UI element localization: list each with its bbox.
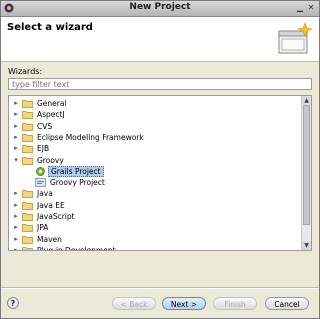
new-project-window: New Project ▁ ✕ Select a wizard Wizards:…	[0, 0, 320, 319]
scroll-thumb[interactable]	[303, 105, 310, 225]
tree-item[interactable]: ▸ JavaScript	[9, 211, 301, 222]
expanded-twistie-icon[interactable]: ▾	[12, 156, 20, 165]
help-button[interactable]: ?	[7, 297, 19, 309]
tree-item-label: General	[37, 99, 67, 108]
wizards-label: Wizards:	[8, 67, 43, 76]
tree-item-label: CVS	[37, 121, 53, 131]
finish-button[interactable]: Finish	[213, 297, 257, 310]
window-title: New Project	[129, 2, 191, 12]
folder-icon	[22, 145, 33, 154]
collapsed-twistie-icon[interactable]: ▸	[12, 212, 20, 221]
folder-icon	[22, 134, 33, 142]
folder-icon	[22, 156, 33, 165]
tree-item[interactable]: Groovy Project	[9, 177, 301, 188]
collapsed-twistie-icon[interactable]: ▸	[12, 144, 20, 153]
button-bar-separator	[1, 287, 319, 289]
tree-item[interactable]: ▸ Eclipse Modeling Framework	[9, 132, 301, 143]
tree-item-label: AspectJ	[37, 110, 65, 120]
scroll-down-icon[interactable]: ▼	[302, 241, 311, 250]
folder-icon	[22, 111, 33, 120]
next-button[interactable]: Next >	[162, 297, 206, 310]
tree-item-label: Groovy	[37, 155, 64, 165]
tree-item-label: Grails Project	[48, 165, 104, 177]
folder-icon	[22, 213, 33, 221]
collapsed-twistie-icon[interactable]: ▸	[12, 189, 20, 198]
collapsed-twistie-icon[interactable]: ▸	[12, 235, 20, 244]
tree-item-label: Eclipse Modeling Framework	[37, 132, 144, 142]
tree-item[interactable]: ▾ Groovy	[9, 155, 301, 166]
tree-item[interactable]: ▸ Plug-in Development	[9, 245, 301, 251]
collapsed-twistie-icon[interactable]: ▸	[12, 223, 20, 232]
tree-item-label: EJB	[37, 144, 50, 154]
title-bar: New Project ▁ ✕	[1, 1, 319, 17]
page-title: Select a wizard	[7, 22, 93, 33]
collapsed-twistie-icon[interactable]: ▸	[12, 246, 20, 250]
back-button[interactable]: < Back	[112, 297, 156, 310]
tree-item[interactable]: ▸ CVS	[9, 121, 301, 132]
collapsed-twistie-icon[interactable]: ▸	[12, 99, 20, 108]
folder-icon	[22, 201, 33, 210]
tree-item-label: JavaScript	[37, 212, 75, 221]
collapsed-twistie-icon[interactable]: ▸	[12, 122, 20, 131]
tree-item[interactable]: ▸ AspectJ	[9, 109, 301, 120]
wizard-tree[interactable]: ▸ Plug-in Development ▸ Maven ▸ JPA ▸ JavaScrip…	[8, 95, 312, 251]
tree-item-label: JPA	[37, 223, 49, 233]
folder-icon	[22, 190, 33, 199]
tree-item-label: Plug-in Development	[37, 245, 116, 251]
collapsed-twistie-icon[interactable]: ▸	[12, 110, 20, 119]
folder-icon	[22, 224, 33, 233]
tree-item-label: Maven	[37, 234, 62, 244]
folder-icon	[22, 247, 33, 250]
filter-input[interactable]	[8, 78, 312, 90]
tree-item[interactable]: ▸ General	[9, 98, 301, 109]
tree-item-label: Groovy Project	[50, 178, 105, 188]
tree-item[interactable]: Grails Project	[9, 165, 301, 177]
grails-project-icon	[36, 166, 45, 176]
tree-item[interactable]: ▸ EJB	[9, 143, 301, 154]
wizard-header: Select a wizard	[1, 17, 319, 62]
folder-icon	[22, 122, 33, 131]
close-icon[interactable]: ✕	[306, 3, 316, 13]
tree-item[interactable]: ▸ Maven	[9, 234, 301, 245]
tree-item-label: Java	[37, 189, 53, 199]
tree-item[interactable]: ▸ JPA	[9, 222, 301, 233]
folder-icon	[22, 100, 33, 108]
collapsed-twistie-icon[interactable]: ▸	[12, 133, 20, 142]
wizard-banner-icon	[278, 22, 313, 54]
tree-item-label: Java EE	[37, 200, 65, 210]
tree-item[interactable]: ▸ Java EE	[9, 200, 301, 211]
tree-item[interactable]: ▸ Java	[9, 188, 301, 199]
folder-icon	[22, 235, 33, 244]
groovy-project-icon	[35, 178, 46, 187]
collapsed-twistie-icon[interactable]: ▸	[12, 201, 20, 210]
scroll-up-icon[interactable]: ▲	[302, 96, 311, 105]
vertical-scrollbar[interactable]: ▲ ▼	[301, 96, 311, 250]
cancel-button[interactable]: Cancel	[265, 297, 309, 310]
minimize-icon[interactable]: ▁	[295, 3, 305, 13]
